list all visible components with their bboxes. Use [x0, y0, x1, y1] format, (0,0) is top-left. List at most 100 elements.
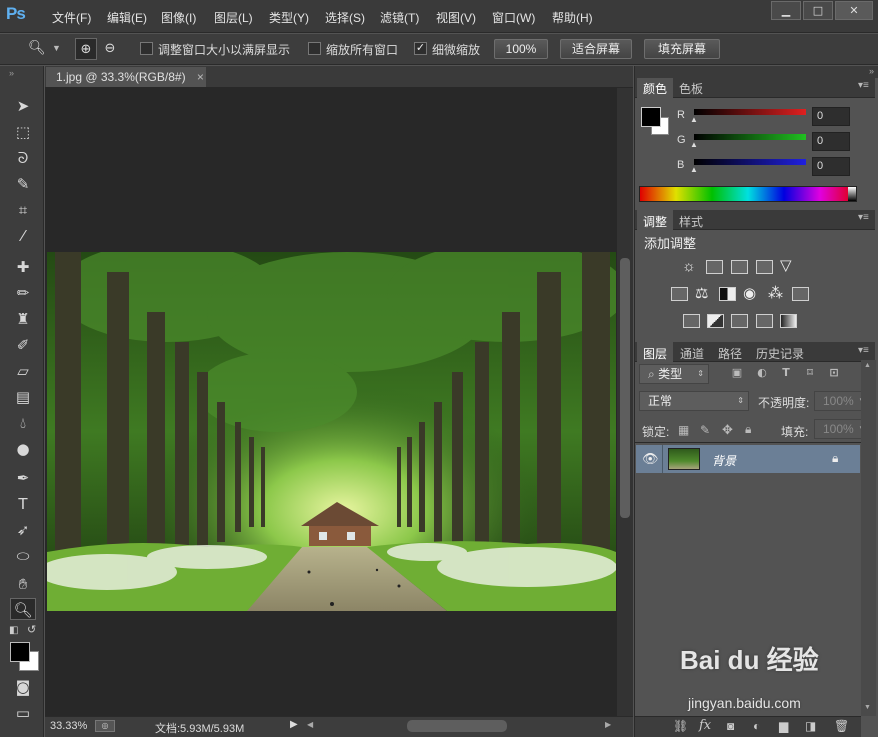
delete-layer-icon[interactable]: 🗑︎ [834, 719, 849, 733]
ellipse-tool-icon[interactable]: ⬭ [10, 545, 36, 567]
layers-scroll-down-icon[interactable]: ▼ [864, 704, 871, 711]
dodge-tool-icon[interactable]: ● [10, 438, 36, 460]
posterize-icon[interactable] [707, 314, 724, 328]
crop-tool-icon[interactable]: ⌗ [10, 199, 36, 221]
blend-mode-dropdown[interactable]: 正常 ⇕ [639, 391, 749, 411]
healing-brush-tool-icon[interactable]: ✚ [10, 256, 36, 278]
lock-position-icon[interactable]: ✥ [722, 422, 733, 438]
blue-value-input[interactable]: 0 [812, 157, 850, 176]
vibrance-icon[interactable]: ▽ [780, 256, 792, 274]
layer-name[interactable]: 背景 [712, 452, 736, 469]
layers-scrollbar[interactable]: ▲ ▼ [861, 360, 876, 716]
brush-tool-icon[interactable]: ✏ [10, 282, 36, 304]
move-tool-icon[interactable]: ➤ [10, 95, 36, 117]
tab-layers[interactable]: 图层 [643, 345, 667, 362]
fill-screen-button[interactable]: 填充屏幕 [644, 39, 720, 59]
menu-help[interactable]: 帮助(H) [552, 9, 593, 26]
hand-tool-icon[interactable]: ✋︎ [10, 573, 36, 595]
zoom-tool-icon[interactable]: 🔍︎ [10, 598, 36, 620]
new-adjustment-layer-icon[interactable]: ◐ [753, 719, 760, 733]
marquee-tool-icon[interactable]: ⬚ [10, 121, 36, 143]
filter-adjustment-icon[interactable]: ◐ [756, 366, 768, 379]
filter-pixel-icon[interactable]: ▣ [731, 366, 743, 379]
tab-paths[interactable]: 路径 [718, 345, 742, 362]
screen-mode-icon[interactable]: ▭ [10, 702, 36, 724]
zoom-tool-preset-icon[interactable]: 🔍︎ [28, 40, 46, 56]
foreground-color-swatch[interactable] [10, 642, 30, 662]
invert-icon[interactable] [683, 314, 700, 328]
vertical-scroll-thumb[interactable] [620, 258, 630, 518]
link-layers-icon[interactable]: ⛓ [673, 719, 688, 733]
channel-mixer-icon[interactable]: ⁂ [768, 284, 783, 302]
menu-edit[interactable]: 编辑(E) [107, 9, 147, 26]
gradient-tool-icon[interactable]: ▤ [10, 386, 36, 408]
green-slider[interactable] [694, 134, 806, 140]
type-tool-icon[interactable]: T [10, 493, 36, 515]
layer-filter-dropdown[interactable]: ⌕ 类型 ⇕ [639, 364, 709, 384]
blue-slider-handle[interactable]: ▲ [690, 165, 698, 174]
scroll-left-icon[interactable]: ◀ [307, 720, 313, 729]
scroll-right-icon[interactable]: ▶ [605, 720, 611, 729]
photo-filter-icon[interactable]: ◉ [743, 284, 756, 302]
quick-selection-tool-icon[interactable]: ✎ [10, 173, 36, 195]
exposure-icon[interactable] [756, 260, 773, 274]
menu-filter[interactable]: 滤镜(T) [380, 9, 419, 26]
layers-scroll-up-icon[interactable]: ▲ [864, 362, 871, 369]
menu-select[interactable]: 选择(S) [325, 9, 365, 26]
filter-shape-icon[interactable]: ⌑ [804, 366, 816, 379]
black-white-icon[interactable] [719, 287, 736, 301]
layers-panel-menu-icon[interactable]: ▾≡ [858, 345, 869, 356]
color-foreground-swatch[interactable] [641, 107, 661, 127]
zoom-out-icon[interactable]: ⊖ [99, 38, 121, 60]
tab-color[interactable]: 颜色 [643, 80, 667, 97]
stamp-tool-icon[interactable]: ♜ [10, 308, 36, 330]
red-value-input[interactable]: 0 [812, 107, 850, 126]
filter-type-icon[interactable]: T [780, 366, 792, 379]
menu-layer[interactable]: 图层(L) [214, 9, 253, 26]
path-selection-tool-icon[interactable]: ➶ [10, 519, 36, 541]
green-value-input[interactable]: 0 [812, 132, 850, 151]
new-group-icon[interactable]: ▆ [779, 719, 788, 733]
menu-image[interactable]: 图像(I) [161, 9, 196, 26]
curves-icon[interactable] [731, 260, 748, 274]
default-colors-icon[interactable]: ◧ [9, 625, 18, 636]
layer-style-icon[interactable]: fx [699, 718, 711, 733]
document-tab[interactable]: 1.jpg @ 33.3%(RGB/8#) × [46, 67, 206, 87]
pen-tool-icon[interactable]: ✒ [10, 467, 36, 489]
tab-swatches[interactable]: 色板 [679, 80, 703, 97]
lock-transparent-icon[interactable]: ▦ [678, 423, 689, 437]
tab-history[interactable]: 历史记录 [756, 345, 804, 362]
close-tab-icon[interactable]: × [197, 70, 204, 84]
brightness-contrast-icon[interactable]: ☼ [682, 258, 696, 275]
scrubby-zoom-checkbox[interactable]: ✓ [414, 42, 427, 55]
eyedropper-tool-icon[interactable]: ⁄ [10, 225, 36, 247]
layer-thumbnail[interactable] [668, 448, 700, 470]
selective-color-icon[interactable] [756, 314, 773, 328]
filter-smart-object-icon[interactable]: ⊡ [828, 366, 840, 379]
image-canvas[interactable] [47, 252, 616, 611]
tab-adjustments[interactable]: 调整 [643, 213, 667, 230]
close-button[interactable]: ✕ [835, 1, 873, 20]
lock-all-icon[interactable]: 🔒︎ [745, 422, 751, 437]
red-slider[interactable] [694, 109, 806, 115]
history-brush-tool-icon[interactable]: ✐ [10, 334, 36, 356]
color-spectrum-ramp[interactable] [639, 186, 857, 202]
green-slider-handle[interactable]: ▲ [690, 140, 698, 149]
zoom-in-icon[interactable]: ⊕ [75, 38, 97, 60]
gradient-map-icon[interactable] [780, 314, 797, 328]
threshold-icon[interactable] [731, 314, 748, 328]
color-panel-menu-icon[interactable]: ▾≡ [858, 80, 869, 91]
color-balance-icon[interactable]: ⚖ [695, 284, 708, 302]
hue-saturation-icon[interactable] [671, 287, 688, 301]
status-preview-icon[interactable]: ◎ [95, 720, 115, 732]
menu-type[interactable]: 类型(Y) [269, 9, 309, 26]
zoom-level-display[interactable]: 33.33% [50, 720, 87, 732]
swap-colors-icon[interactable]: ↺ [27, 623, 36, 636]
vertical-scrollbar[interactable] [617, 88, 633, 716]
menu-file[interactable]: 文件(F) [52, 9, 91, 26]
zoom-all-checkbox[interactable] [308, 42, 321, 55]
quick-mask-icon[interactable]: ◙ [10, 676, 36, 698]
blur-tool-icon[interactable]: 💧︎ [10, 412, 36, 434]
lock-image-icon[interactable]: ✎ [700, 423, 710, 437]
new-layer-icon[interactable]: ◨ [805, 719, 816, 733]
